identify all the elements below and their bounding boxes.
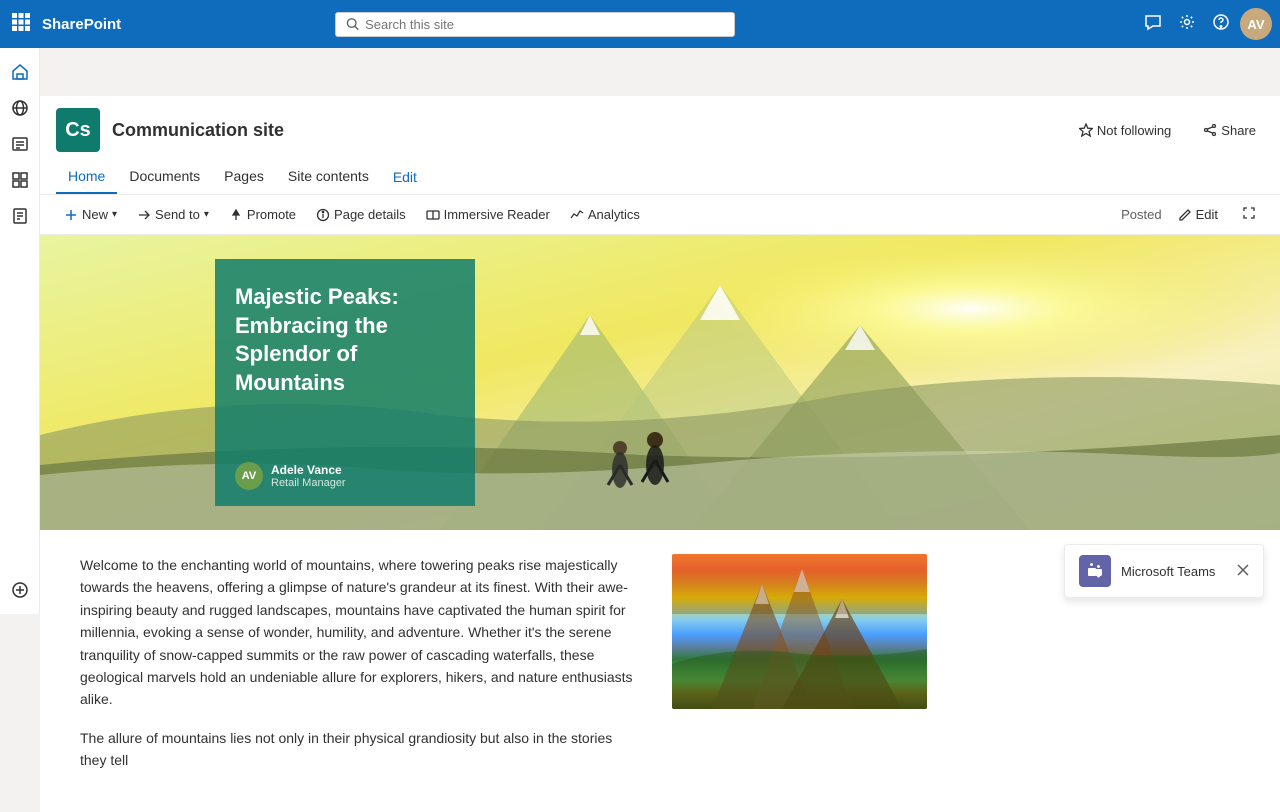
- site-logo: Cs: [56, 108, 100, 152]
- expand-button[interactable]: [1234, 201, 1264, 228]
- content-paragraph-2: The allure of mountains lies not only in…: [80, 727, 640, 772]
- top-navigation-bar: SharePoint AV: [0, 0, 1280, 48]
- promote-label: Promote: [247, 207, 296, 222]
- search-input[interactable]: [365, 17, 724, 32]
- expand-icon: [1242, 206, 1256, 220]
- sharepoint-logo: SharePoint: [42, 16, 121, 33]
- analytics-button[interactable]: Analytics: [562, 202, 648, 227]
- new-label: New: [82, 207, 108, 222]
- left-sidebar: [0, 48, 40, 614]
- page-toolbar: New ▾ Send to ▾ Promote Page details: [40, 195, 1280, 235]
- edit-icon: [1178, 208, 1192, 222]
- share-icon: [1203, 123, 1217, 137]
- sidebar-item-apps[interactable]: [4, 164, 36, 196]
- teams-label: Microsoft Teams: [1121, 564, 1215, 579]
- author-avatar: AV: [235, 462, 263, 490]
- page-details-label: Page details: [334, 207, 406, 222]
- immersive-reader-label: Immersive Reader: [444, 207, 550, 222]
- site-name: Communication site: [112, 120, 284, 141]
- hero-card: Majestic Peaks: Embracing the Splendor o…: [215, 259, 475, 506]
- site-navigation: Home Documents Pages Site contents Edit: [56, 160, 1264, 194]
- waffle-icon[interactable]: [8, 9, 34, 40]
- info-icon: [316, 208, 330, 222]
- top-bar-actions: AV: [1138, 7, 1272, 42]
- analytics-label: Analytics: [588, 207, 640, 222]
- settings-icon[interactable]: [1172, 7, 1202, 42]
- site-title-row: Cs Communication site Not following: [56, 108, 1264, 152]
- send-icon: [137, 208, 151, 222]
- edit-label: Edit: [1196, 207, 1218, 222]
- nav-item-edit[interactable]: Edit: [381, 161, 429, 193]
- site-title-left: Cs Communication site: [56, 108, 284, 152]
- share-label: Share: [1221, 123, 1256, 138]
- nav-item-home[interactable]: Home: [56, 160, 117, 194]
- star-icon: [1079, 123, 1093, 137]
- edit-button[interactable]: Edit: [1170, 202, 1226, 227]
- hero-title: Majestic Peaks: Embracing the Splendor o…: [235, 283, 455, 397]
- nav-item-documents[interactable]: Documents: [117, 160, 212, 194]
- teams-close-button[interactable]: [1237, 563, 1249, 579]
- site-title-actions: Not following Share: [1071, 119, 1264, 142]
- author-name: Adele Vance: [271, 463, 346, 477]
- new-chevron: ▾: [112, 209, 117, 220]
- teams-logo: [1079, 555, 1111, 587]
- site-header: Cs Communication site Not following: [40, 96, 1280, 195]
- hero-banner: Majestic Peaks: Embracing the Splendor o…: [40, 235, 1280, 530]
- send-to-label: Send to: [155, 207, 200, 222]
- content-text: Welcome to the enchanting world of mount…: [80, 554, 640, 788]
- search-container: [335, 12, 735, 37]
- teams-notification: Microsoft Teams: [1064, 544, 1264, 598]
- conversation-icon[interactable]: [1138, 7, 1168, 42]
- promote-button[interactable]: Promote: [221, 202, 304, 227]
- hero-author: AV Adele Vance Retail Manager: [235, 462, 455, 490]
- author-role: Retail Manager: [271, 477, 346, 489]
- nav-item-pages[interactable]: Pages: [212, 160, 276, 194]
- sidebar-item-news[interactable]: [4, 128, 36, 160]
- posted-label: Posted: [1121, 207, 1161, 222]
- not-following-button[interactable]: Not following: [1071, 119, 1179, 142]
- immersive-reader-button[interactable]: Immersive Reader: [418, 202, 558, 227]
- sidebar-item-pages[interactable]: [4, 200, 36, 232]
- analytics-icon: [570, 208, 584, 222]
- content-image: [672, 554, 927, 709]
- not-following-label: Not following: [1097, 123, 1171, 138]
- send-to-chevron: ▾: [204, 209, 209, 220]
- new-button[interactable]: New ▾: [56, 202, 125, 227]
- user-avatar[interactable]: AV: [1240, 8, 1272, 40]
- search-icon: [346, 17, 359, 31]
- sidebar-item-add[interactable]: [4, 574, 36, 606]
- help-icon[interactable]: [1206, 7, 1236, 42]
- nav-item-site-contents[interactable]: Site contents: [276, 160, 381, 194]
- page-details-button[interactable]: Page details: [308, 202, 414, 227]
- send-to-button[interactable]: Send to ▾: [129, 202, 217, 227]
- reader-icon: [426, 208, 440, 222]
- plus-icon: [64, 208, 78, 222]
- toolbar-right: Posted Edit: [1121, 201, 1264, 228]
- author-info: Adele Vance Retail Manager: [271, 463, 346, 489]
- share-button[interactable]: Share: [1195, 119, 1264, 142]
- sidebar-item-home[interactable]: [4, 56, 36, 88]
- sidebar-item-sites[interactable]: [4, 92, 36, 124]
- promote-icon: [229, 208, 243, 222]
- content-paragraph-1: Welcome to the enchanting world of mount…: [80, 554, 640, 711]
- main-content: Cs Communication site Not following: [40, 96, 1280, 812]
